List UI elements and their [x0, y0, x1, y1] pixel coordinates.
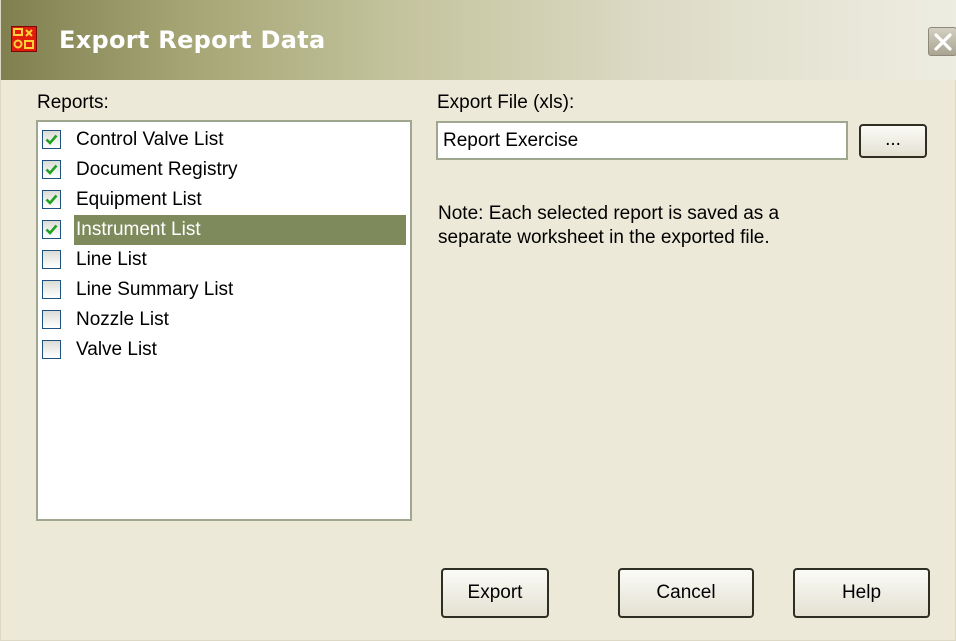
checkbox[interactable]	[42, 310, 61, 329]
browse-button[interactable]: ...	[859, 124, 927, 158]
checkmark-icon	[45, 194, 58, 205]
export-button[interactable]: Export	[441, 568, 549, 618]
checkbox[interactable]	[42, 160, 61, 179]
close-icon	[934, 33, 952, 51]
window-title: Export Report Data	[59, 26, 326, 54]
export-report-data-dialog: Export Report Data Reports: Control Valv…	[0, 0, 956, 641]
checkbox[interactable]	[42, 250, 61, 269]
checkmark-icon	[45, 134, 58, 145]
checkbox[interactable]	[42, 190, 61, 209]
list-item-line-summary-list[interactable]: Line Summary List	[40, 275, 408, 305]
app-logo-icon	[11, 26, 37, 52]
checkbox[interactable]	[42, 340, 61, 359]
help-button[interactable]: Help	[793, 568, 930, 618]
list-item-nozzle-list[interactable]: Nozzle List	[40, 305, 408, 335]
list-item-label: Control Valve List	[76, 129, 224, 150]
list-item-line-list[interactable]: Line List	[40, 245, 408, 275]
cancel-button[interactable]: Cancel	[618, 568, 754, 618]
reports-listbox[interactable]: Control Valve List Document Registry Equ…	[36, 120, 412, 521]
reports-label: Reports:	[37, 92, 109, 113]
export-file-input[interactable]: Report Exercise	[436, 121, 848, 160]
close-button[interactable]	[928, 27, 956, 56]
list-item-label: Instrument List	[74, 215, 406, 245]
list-item-control-valve-list[interactable]: Control Valve List	[40, 125, 408, 155]
list-item-label: Valve List	[76, 339, 157, 360]
list-item-label: Line List	[76, 249, 147, 270]
list-item-label: Nozzle List	[76, 309, 169, 330]
list-item-label: Line Summary List	[76, 279, 234, 300]
note-text: Note: Each selected report is saved as a…	[438, 203, 780, 248]
list-item-document-registry[interactable]: Document Registry	[40, 155, 408, 185]
list-item-instrument-list[interactable]: Instrument List	[40, 215, 408, 245]
title-bar[interactable]: Export Report Data	[1, 0, 956, 80]
checkbox[interactable]	[42, 220, 61, 239]
checkmark-icon	[45, 224, 58, 235]
list-item-label: Document Registry	[76, 159, 238, 180]
list-item-equipment-list[interactable]: Equipment List	[40, 185, 408, 215]
list-item-valve-list[interactable]: Valve List	[40, 335, 408, 365]
list-item-label: Equipment List	[76, 189, 202, 210]
checkmark-icon	[45, 164, 58, 175]
checkbox[interactable]	[42, 130, 61, 149]
checkbox[interactable]	[42, 280, 61, 299]
export-file-label: Export File (xls):	[437, 92, 575, 113]
